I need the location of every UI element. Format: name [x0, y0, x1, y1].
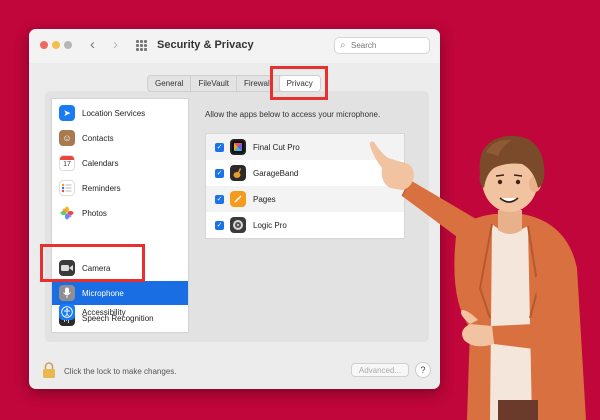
- garageband-icon: [230, 165, 246, 181]
- calendar-day: 17: [63, 161, 71, 168]
- sidebar-item-label: Accessibility: [82, 307, 126, 317]
- contacts-icon: ☺: [59, 130, 75, 146]
- microphone-icon: [59, 285, 75, 301]
- lock-instruction: Click the lock to make changes.: [64, 367, 177, 376]
- calendar-icon: 17: [59, 155, 75, 171]
- tab-filevault[interactable]: FileVault: [191, 76, 237, 91]
- show-all-grid-icon[interactable]: [136, 40, 147, 51]
- privacy-category-list: ➤ Location Services ☺ Contacts 17 Calend…: [51, 98, 189, 333]
- back-button[interactable]: ‹: [90, 36, 95, 54]
- sidebar-item-photos[interactable]: Photos: [52, 201, 188, 225]
- reminders-icon: [59, 180, 75, 196]
- logic-pro-icon: [230, 217, 246, 233]
- app-name: GarageBand: [253, 168, 299, 178]
- final-cut-pro-icon: [230, 139, 246, 155]
- forward-button[interactable]: ›: [113, 36, 118, 54]
- tab-privacy[interactable]: Privacy: [279, 76, 320, 91]
- zoom-window-button[interactable]: [64, 41, 72, 49]
- sidebar-item-label: Photos: [82, 208, 107, 218]
- sidebar-item-contacts[interactable]: ☺ Contacts: [52, 126, 188, 150]
- sidebar-item-location-services[interactable]: ➤ Location Services: [52, 101, 188, 125]
- pages-checkbox[interactable]: ✓: [215, 194, 224, 204]
- photos-icon: [59, 205, 75, 221]
- sidebar-item-label: Contacts: [82, 133, 114, 143]
- pages-icon: [230, 191, 246, 207]
- access-instruction: Allow the apps below to access your micr…: [205, 110, 381, 119]
- camera-icon: [59, 260, 75, 276]
- sidebar-item-camera[interactable]: Camera: [52, 256, 188, 280]
- tab-general[interactable]: General: [148, 76, 192, 91]
- title-bar: ‹ › Security & Privacy ⌕: [29, 29, 440, 63]
- sidebar-item-label: Camera: [82, 263, 111, 273]
- sidebar-item-calendars[interactable]: 17 Calendars: [52, 151, 188, 175]
- sidebar-item-reminders[interactable]: Reminders: [52, 176, 188, 200]
- app-name: Final Cut Pro: [253, 142, 300, 152]
- lock-icon[interactable]: [42, 362, 56, 378]
- minimize-window-button[interactable]: [52, 41, 60, 49]
- tab-bar: General FileVault Firewall Privacy: [147, 75, 321, 92]
- close-window-button[interactable]: [40, 41, 48, 49]
- sidebar-item-label: Location Services: [82, 108, 146, 118]
- pointing-man-illustration: [369, 135, 586, 420]
- search-icon: ⌕: [340, 40, 346, 51]
- garageband-checkbox[interactable]: ✓: [215, 168, 224, 178]
- tab-firewall[interactable]: Firewall: [237, 76, 280, 91]
- sidebar-item-label: Reminders: [82, 183, 121, 193]
- sidebar-item-label: Calendars: [82, 158, 119, 168]
- app-name: Logic Pro: [253, 220, 287, 230]
- final-cut-pro-checkbox[interactable]: ✓: [215, 142, 224, 152]
- search-field[interactable]: ⌕: [334, 37, 430, 54]
- location-arrow-icon: ➤: [59, 105, 75, 121]
- sidebar-item-accessibility[interactable]: Accessibility: [52, 300, 188, 324]
- sidebar-item-label: Microphone: [82, 288, 124, 298]
- accessibility-icon: [59, 304, 75, 320]
- search-input[interactable]: [351, 39, 425, 51]
- window-title: Security & Privacy: [157, 39, 254, 51]
- logic-pro-checkbox[interactable]: ✓: [215, 220, 224, 230]
- app-name: Pages: [253, 194, 276, 204]
